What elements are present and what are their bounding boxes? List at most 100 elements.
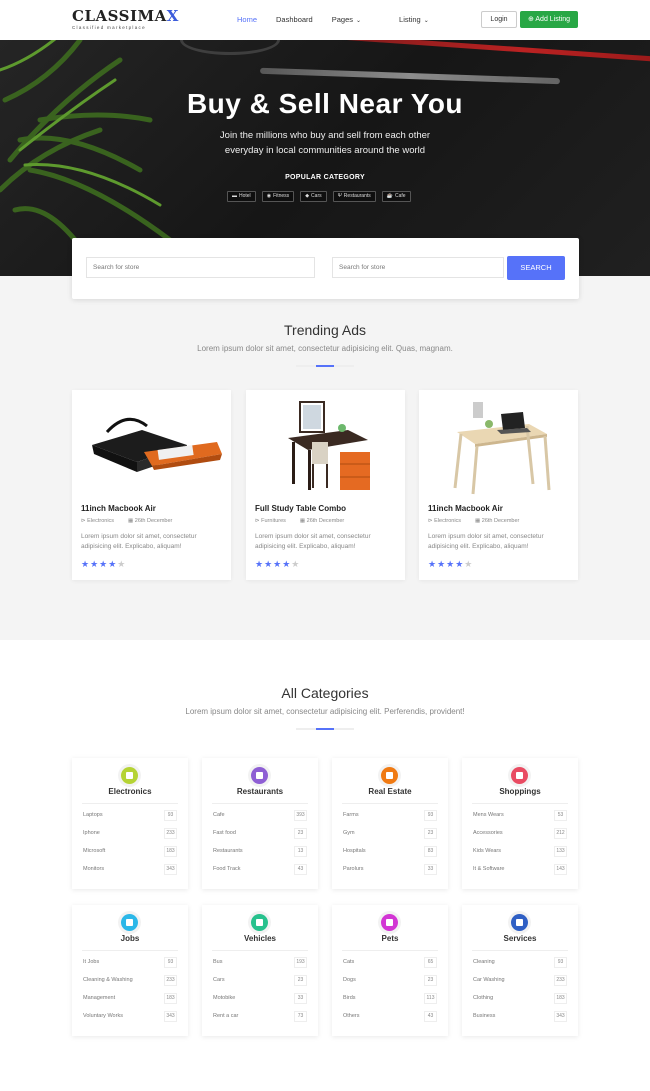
- ad-title[interactable]: Full Study Table Combo: [255, 504, 346, 513]
- category-list-item[interactable]: Others 43: [343, 1011, 437, 1022]
- category-name[interactable]: Electronics: [72, 787, 188, 796]
- ad-category[interactable]: ⊳ Furnitures: [255, 518, 293, 524]
- subcategory-count: 233: [164, 975, 177, 986]
- ad-category[interactable]: ⊳ Electronics: [81, 518, 121, 524]
- category-list-item[interactable]: Monitors 343: [83, 864, 177, 875]
- category-list-item[interactable]: Accessories 212: [473, 828, 567, 839]
- category-list-item[interactable]: Farms 93: [343, 810, 437, 821]
- section-divider: [296, 728, 354, 730]
- subcategory-label: Voluntary Works: [83, 1013, 123, 1019]
- category-name[interactable]: Restaurants: [202, 787, 318, 796]
- pen-decoration: [320, 40, 650, 62]
- subcategory-label: Cafe: [213, 812, 225, 818]
- ad-meta: ⊳ Furnitures ▦ 26th December: [255, 518, 358, 524]
- category-list-item[interactable]: Food Track 43: [213, 864, 307, 875]
- category-list-item[interactable]: Business 343: [473, 1011, 567, 1022]
- category-list-item[interactable]: Cats 65: [343, 957, 437, 968]
- category-name[interactable]: Jobs: [72, 934, 188, 943]
- category-card-real-estate: Real Estate Farms 93 Gym 23 Hospitals 83 Parolu…: [332, 758, 448, 889]
- category-name[interactable]: Pets: [332, 934, 448, 943]
- subcategory-label: Restaurants: [213, 848, 243, 854]
- ad-category-label: Furnitures: [261, 518, 286, 524]
- tag-fitness[interactable]: ◉ Fitness: [261, 191, 295, 202]
- users-icon: [511, 914, 528, 931]
- category-list-item[interactable]: Birds 113: [343, 993, 437, 1004]
- category-list-item[interactable]: Cleaning & Washing 233: [83, 975, 177, 986]
- category-list-item[interactable]: Cleaning 93: [473, 957, 567, 968]
- subcategory-label: It & Software: [473, 866, 505, 872]
- tag-label: Cars: [311, 193, 322, 199]
- subcategory-label: Car Washing: [473, 977, 505, 983]
- logo[interactable]: CLASSIMAX Classified marketplace: [72, 9, 179, 31]
- subcategory-count: 393: [294, 810, 307, 821]
- menu-item-pages[interactable]: Pages ⌄: [332, 15, 380, 24]
- category-list-item[interactable]: Voluntary Works 343: [83, 1011, 177, 1022]
- category-list-item[interactable]: Gym 23: [343, 828, 437, 839]
- category-list-item[interactable]: Clothing 183: [473, 993, 567, 1004]
- category-list-item[interactable]: It & Software 143: [473, 864, 567, 875]
- tag-cafe[interactable]: ☕ Cafe: [381, 191, 411, 202]
- categories-subtitle: Lorem ipsum dolor sit amet, consectetur …: [185, 707, 465, 716]
- popular-category-tags: ▬ Hotel ◉ Fitness ◆ Cars Ψ Restaurants ☕ Cafe: [227, 191, 417, 202]
- category-list-item[interactable]: Management 183: [83, 993, 177, 1004]
- ad-rating: ★★★★★: [428, 559, 474, 569]
- category-name[interactable]: Vehicles: [202, 934, 318, 943]
- subcategory-label: Cleaning: [473, 959, 495, 965]
- search-input-store[interactable]: Search for store: [86, 257, 315, 278]
- category-list-item[interactable]: Cafe 393: [213, 810, 307, 821]
- subcategory-count: 23: [424, 828, 437, 839]
- subcategory-count: 183: [164, 993, 177, 1004]
- category-list-item[interactable]: Motobike 33: [213, 993, 307, 1004]
- ad-title[interactable]: 11inch Macbook Air: [428, 504, 503, 513]
- category-list-item[interactable]: Mens Wears 53: [473, 810, 567, 821]
- subcategory-count: 143: [554, 864, 567, 875]
- subcategory-count: 183: [164, 846, 177, 857]
- subcategory-label: Fast food: [213, 830, 236, 836]
- category-list-item[interactable]: Restaurants 13: [213, 846, 307, 857]
- category-list-item[interactable]: Bus 193: [213, 957, 307, 968]
- subcategory-count: 13: [294, 846, 307, 857]
- subcategory-label: Food Track: [213, 866, 241, 872]
- category-list-item[interactable]: Cars 23: [213, 975, 307, 986]
- search-button[interactable]: SEARCH: [507, 256, 565, 280]
- subcategory-count: 33: [294, 993, 307, 1004]
- category-divider: [212, 950, 308, 951]
- category-list-item[interactable]: It Jobs 93: [83, 957, 177, 968]
- menu-item-dashboard[interactable]: Dashboard: [276, 15, 313, 24]
- category-list-item[interactable]: Microsoft 183: [83, 846, 177, 857]
- category-list-item[interactable]: Rent a car 73: [213, 1011, 307, 1022]
- category-list-item[interactable]: Parolurs 33: [343, 864, 437, 875]
- menu-item-listing[interactable]: Listing ⌄: [399, 15, 448, 24]
- add-listing-button[interactable]: ⊕ Add Listing: [520, 11, 578, 28]
- category-list-item[interactable]: Car Washing 233: [473, 975, 567, 986]
- search-input-location[interactable]: Search for store: [332, 257, 504, 278]
- restaurant-icon: Ψ: [337, 193, 342, 199]
- categories-title: All Categories: [281, 685, 369, 701]
- category-list-item[interactable]: Iphone 233: [83, 828, 177, 839]
- category-card-pets: Pets Cats 65 Dogs 23 Birds 113 Others 43: [332, 905, 448, 1036]
- menu-item-home[interactable]: Home: [237, 15, 257, 24]
- tag-restaurants[interactable]: Ψ Restaurants: [332, 191, 376, 202]
- tag-hotel[interactable]: ▬ Hotel: [227, 191, 256, 202]
- tag-cars[interactable]: ◆ Cars: [300, 191, 327, 202]
- category-card-shoppings: Shoppings Mens Wears 53 Accessories 212 Kids …: [462, 758, 578, 889]
- category-list-item[interactable]: Laptops 93: [83, 810, 177, 821]
- ad-category[interactable]: ⊳ Electronics: [428, 518, 468, 524]
- subcategory-count: 65: [424, 957, 437, 968]
- study-table-image: [288, 401, 370, 490]
- login-button[interactable]: Login: [481, 11, 517, 28]
- category-name[interactable]: Shoppings: [462, 787, 578, 796]
- category-list-item[interactable]: Hospitals 83: [343, 846, 437, 857]
- ad-title[interactable]: 11inch Macbook Air: [81, 504, 156, 513]
- chevron-down-icon: ⌄: [423, 18, 429, 24]
- category-name[interactable]: Services: [462, 934, 578, 943]
- category-name[interactable]: Real Estate: [332, 787, 448, 796]
- ad-card[interactable]: 11inch Macbook Air ⊳ Electronics ▦ 26th D…: [72, 390, 231, 580]
- ad-card[interactable]: 11inch Macbook Air ⊳ Electronics ▦ 26th D…: [419, 390, 578, 580]
- menu-item-listing-label: Listing: [399, 15, 421, 24]
- ad-card[interactable]: Full Study Table Combo ⊳ Furnitures ▦ 26t…: [246, 390, 405, 580]
- category-list-item[interactable]: Fast food 23: [213, 828, 307, 839]
- subcategory-label: Business: [473, 1013, 496, 1019]
- category-list-item[interactable]: Dogs 23: [343, 975, 437, 986]
- category-list-item[interactable]: Kids Wears 133: [473, 846, 567, 857]
